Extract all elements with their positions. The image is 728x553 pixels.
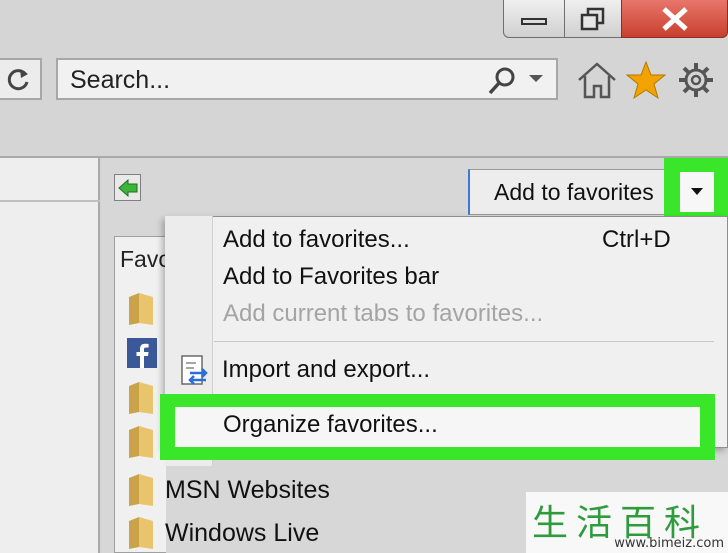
menu-shortcut-ctrl-d: Ctrl+D xyxy=(602,226,671,253)
refresh-icon xyxy=(7,69,29,91)
folder-icon xyxy=(129,517,153,549)
import-export-icon xyxy=(181,355,208,385)
menu-item-add-to-favorites-bar[interactable]: Add to Favorites bar xyxy=(223,263,439,291)
page-content-rule xyxy=(0,200,100,202)
restore-icon xyxy=(580,7,605,30)
folder-icon xyxy=(129,382,153,414)
folder-windows-live[interactable]: Windows Live xyxy=(125,515,319,551)
folder-icon xyxy=(129,426,153,458)
home-icon[interactable] xyxy=(576,60,618,100)
chevron-down-icon[interactable] xyxy=(528,74,544,84)
folder-icon xyxy=(129,474,153,506)
add-to-favorites-button[interactable]: Add to favorites xyxy=(468,169,672,215)
menu-separator xyxy=(214,341,714,342)
favorites-header: Favo xyxy=(120,246,172,272)
menu-item-import-export[interactable]: Import and export... xyxy=(222,356,430,384)
search-icon[interactable] xyxy=(486,66,518,96)
search-placeholder: Search... xyxy=(70,66,171,94)
menu-item-add-current-tabs: Add current tabs to favorites... xyxy=(223,300,544,327)
menu-item-add-to-favorites[interactable]: Add to favorites... xyxy=(223,226,410,254)
close-button[interactable] xyxy=(621,0,728,38)
close-icon xyxy=(661,6,688,31)
watermark: 生活百科 www.bimeiz.com xyxy=(526,492,728,553)
dropdown-arrow-icon xyxy=(691,188,703,195)
pin-button[interactable] xyxy=(114,174,141,201)
folder-icon xyxy=(129,293,153,325)
page-content-area xyxy=(0,158,100,553)
minimize-icon xyxy=(521,17,547,25)
star-icon[interactable] xyxy=(626,60,666,100)
folder-label: MSN Websites xyxy=(165,475,330,504)
minimize-button[interactable] xyxy=(503,0,565,38)
search-input[interactable]: Search... xyxy=(56,58,558,100)
folder-msn-websites[interactable]: MSN Websites xyxy=(125,472,330,508)
folder-label: Windows Live xyxy=(165,518,320,547)
gear-icon[interactable] xyxy=(676,60,716,100)
refresh-button[interactable] xyxy=(0,58,42,100)
green-arrow-icon xyxy=(117,178,137,197)
menu-item-organize-favorites-label: Organize favorites... xyxy=(223,411,438,438)
watermark-url: www.bimeiz.com xyxy=(614,536,724,551)
restore-button[interactable] xyxy=(564,0,622,38)
facebook-icon xyxy=(127,338,157,368)
add-favorites-dropdown-button[interactable] xyxy=(680,172,714,212)
